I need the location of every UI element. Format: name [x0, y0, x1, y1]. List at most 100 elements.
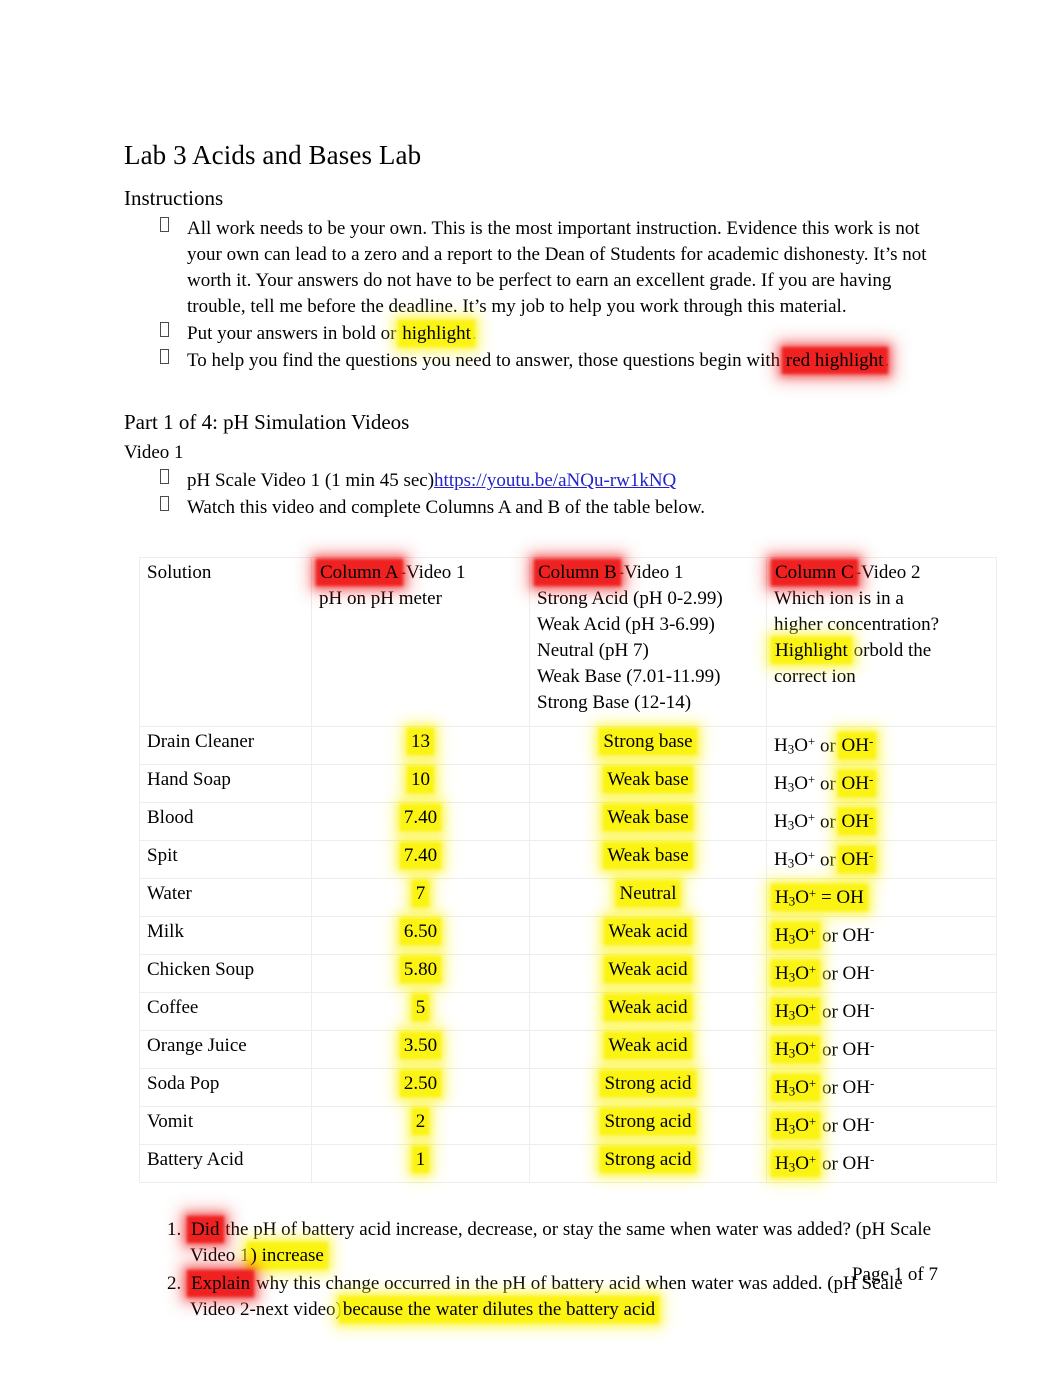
table-row: Water 7 Neutral H3O+ = OH: [139, 878, 997, 917]
red-highlight-sample: red highlight: [784, 350, 885, 371]
cell-ion: H3O+ or OH-: [766, 1106, 997, 1145]
cell-ph-value: 7: [311, 878, 530, 917]
classification-value: Weak acid: [607, 997, 689, 1018]
list-item: To help you find the questions you need …: [124, 348, 938, 374]
table-row: Soda Pop 2.50 Strong acid H3O+ or OH-: [139, 1068, 997, 1107]
ion-answer: OH-: [840, 734, 873, 757]
part1-heading: Part 1 of 4: pH Simulation Videos: [124, 410, 410, 434]
ph-value: 3.50: [402, 1035, 439, 1056]
cell-classification: Weak acid: [529, 1030, 767, 1069]
ion-answer: OH-: [840, 848, 873, 871]
cell-solution: Soda Pop: [139, 1068, 312, 1107]
table-header-row: Solution Column A-Video 1 pH on pH meter…: [139, 557, 997, 727]
instructions-heading: Instructions: [124, 186, 224, 210]
cell-ph-value: 7.40: [311, 802, 530, 841]
ion-answer: H3O+: [774, 1076, 818, 1099]
instruction-text-3-before: To help you find the questions you need …: [187, 350, 785, 371]
cell-ph-value: 7.40: [311, 840, 530, 879]
cell-ion: H3O+ or OH-: [766, 954, 997, 993]
column-c-badge: Column C: [774, 562, 855, 583]
table-row: Blood 7.40 Weak base H3O+ or OH-: [139, 802, 997, 841]
cell-solution: Battery Acid: [139, 1144, 312, 1183]
cell-classification: Weak base: [529, 764, 767, 803]
cell-classification: Neutral: [529, 878, 767, 917]
question-1-cue: Did: [190, 1219, 221, 1240]
cell-ph-value: 2: [311, 1106, 530, 1145]
ph-value: 10: [410, 769, 431, 790]
missing-glyph-bullet-icon: [160, 349, 169, 364]
missing-glyph-bullet-icon: [160, 217, 169, 232]
cell-solution: Orange Juice: [139, 1030, 312, 1069]
instruction-text-1: All work needs to be your own. This is t…: [187, 218, 927, 317]
ph-value: 2.50: [402, 1073, 439, 1094]
ph-value: 5: [414, 997, 427, 1018]
missing-glyph-bullet-icon: [160, 469, 169, 484]
table-row: Coffee 5 Weak acid H3O+ or OH-: [139, 992, 997, 1031]
column-b-badge: Column B: [537, 562, 618, 583]
cell-ion: H3O+ or OH-: [766, 1068, 997, 1107]
ph-value: 1: [414, 1149, 427, 1170]
question-2-answer: because the water dilutes the battery ac…: [341, 1299, 657, 1320]
ph-table: Solution Column A-Video 1 pH on pH meter…: [139, 557, 997, 1183]
classification-value: Strong acid: [603, 1111, 693, 1132]
column-b-line-3: Neutral (pH 7): [537, 640, 649, 661]
cell-solution: Hand Soap: [139, 764, 312, 803]
ion-answer: H3O+: [774, 962, 818, 985]
cell-classification: Weak acid: [529, 954, 767, 993]
page-number: Page 1 of 7: [851, 1264, 938, 1285]
column-c-line-3: Highlight orbold the: [774, 638, 989, 664]
column-b-line-1: Strong Acid (pH 0-2.99): [537, 588, 723, 609]
instruction-text-2-before: Put your answers in bold or: [187, 323, 402, 344]
column-b-line-4: Weak Base (7.01-11.99): [537, 666, 721, 687]
document-body: Lab 3 Acids and Bases Lab Instructions A…: [124, 138, 997, 1325]
cell-ph-value: 5.80: [311, 954, 530, 993]
column-c-line-2: higher concentration?: [774, 614, 940, 635]
ph-value: 7.40: [402, 807, 439, 828]
table-row: Drain Cleaner 13 Strong base H3O+ or OH-: [139, 726, 997, 765]
ph-value: 7: [414, 883, 427, 904]
cell-classification: Weak acid: [529, 992, 767, 1031]
ph-value: 6.50: [402, 921, 439, 942]
instructions-list: All work needs to be your own. This is t…: [124, 216, 938, 374]
classification-value: Weak acid: [607, 1035, 689, 1056]
list-item: Watch this video and complete Columns A …: [124, 495, 938, 521]
video1-label: pH Scale Video 1 (1 min 45 sec): [187, 470, 435, 491]
cell-ph-value: 2.50: [311, 1068, 530, 1107]
cell-classification: Strong base: [529, 726, 767, 765]
column-a-badge: Column A: [319, 562, 400, 583]
cell-solution: Spit: [139, 840, 312, 879]
classification-value: Strong acid: [603, 1149, 693, 1170]
ion-answer: H3O+: [774, 1038, 818, 1061]
cell-classification: Strong acid: [529, 1106, 767, 1145]
ph-value: 13: [410, 731, 431, 752]
ph-value: 2: [414, 1111, 427, 1132]
question-1-answer: ) increase: [249, 1245, 325, 1266]
question-1-answer-text: increase: [261, 1245, 324, 1266]
ion-answer: H3O+: [774, 1000, 818, 1023]
classification-value: Neutral: [618, 883, 678, 904]
cell-solution: Milk: [139, 916, 312, 955]
cell-classification: Weak base: [529, 840, 767, 879]
ph-value: 7.40: [402, 845, 439, 866]
cell-classification: Strong acid: [529, 1068, 767, 1107]
column-b-line-2: Weak Acid (pH 3-6.99): [537, 614, 715, 635]
classification-value: Weak acid: [607, 921, 689, 942]
instruction-text-3-after: .: [884, 350, 890, 371]
video1-task: Watch this video and complete Columns A …: [187, 497, 706, 518]
video1-link[interactable]: https://youtu.be/aNQu-rw1kNQ: [434, 470, 676, 491]
cell-ion: H3O+ or OH-: [766, 840, 997, 879]
document-page: Lab 3 Acids and Bases Lab Instructions A…: [0, 0, 1062, 1377]
question-1-tail: ): [250, 1245, 257, 1266]
classification-value: Weak base: [606, 807, 690, 828]
column-c-after-highlight: orbold the: [848, 640, 932, 661]
header-column-b: Column B-Video 1 Strong Acid (pH 0-2.99)…: [529, 557, 767, 727]
ph-table-wrapper: Solution Column A-Video 1 pH on pH meter…: [139, 557, 997, 1183]
cell-ph-value: 5: [311, 992, 530, 1031]
header-solution: Solution: [139, 557, 312, 727]
list-item: All work needs to be your own. This is t…: [124, 216, 938, 320]
header-column-c: Column C-Video 2 Which ion is in a highe…: [766, 557, 997, 727]
part1-list: pH Scale Video 1 (1 min 45 sec)https://y…: [124, 468, 938, 521]
ion-answer: H3O+: [774, 924, 818, 947]
classification-value: Weak acid: [607, 959, 689, 980]
classification-value: Strong base: [602, 731, 694, 752]
